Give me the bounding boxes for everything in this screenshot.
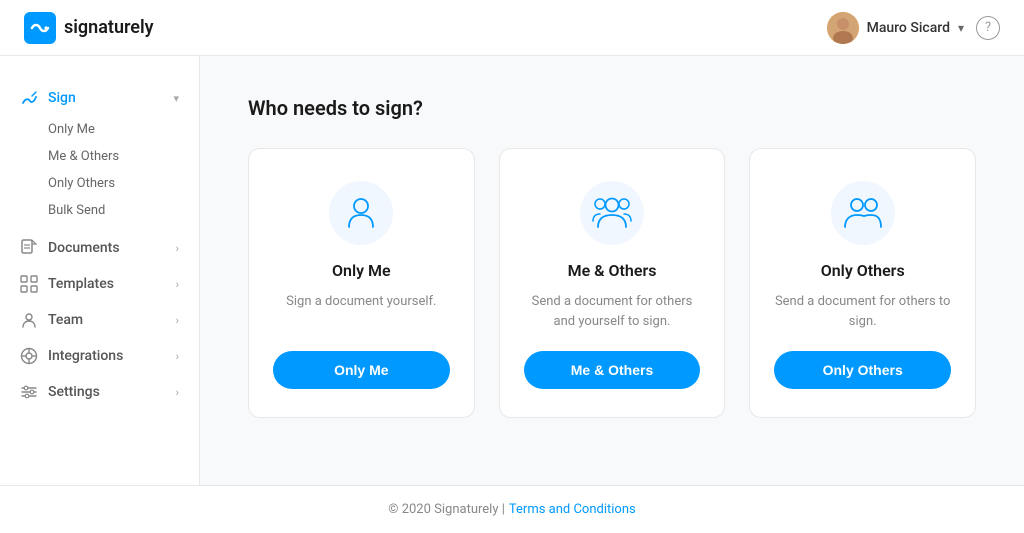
templates-icon [20,275,38,293]
sidebar-team-label: Team [48,312,83,328]
sidebar-documents-label: Documents [48,240,120,256]
logo: signaturely [24,12,154,44]
me-and-others-icon-circle [580,181,644,245]
team-icon [20,311,38,329]
sidebar-item-only-others[interactable]: Only Others [48,170,199,197]
templates-chevron-icon: › [176,278,179,291]
sidebar-item-team[interactable]: Team › [0,302,199,338]
sidebar-sign-label: Sign [48,90,76,106]
header-right: Mauro Sicard ▾ ? [827,12,1000,44]
only-me-title: Only Me [332,261,391,280]
logo-text: signaturely [64,17,154,38]
only-me-button[interactable]: Only Me [273,351,450,389]
documents-icon [20,239,38,257]
me-and-others-desc: Send a document for others and yourself … [524,292,701,331]
sidebar-templates-label: Templates [48,276,114,292]
terms-link[interactable]: Terms and Conditions [509,502,636,517]
team-chevron-icon: › [176,314,179,327]
chevron-down-icon: ▾ [958,21,964,35]
sidebar-item-integrations[interactable]: Integrations › [0,338,199,374]
app-body: Sign ▾ Only Me Me & Others Only Others B… [0,56,1024,485]
documents-chevron-icon: › [176,242,179,255]
sign-sub-items: Only Me Me & Others Only Others Bulk Sen… [0,116,199,230]
sidebar-item-documents[interactable]: Documents › [0,230,199,266]
app-header: signaturely Mauro Sicard ▾ ? [0,0,1024,56]
sidebar-settings-label: Settings [48,384,100,400]
footer: © 2020 Signaturely | Terms and Condition… [0,485,1024,533]
sign-cards-row: Only Me Sign a document yourself. Only M… [248,148,976,418]
sidebar-item-only-me[interactable]: Only Me [48,116,199,143]
sign-icon [20,89,38,107]
logo-icon [24,12,56,44]
settings-chevron-icon: › [176,386,179,399]
page-title: Who needs to sign? [248,96,976,120]
me-and-others-card: Me & Others Send a document for others a… [499,148,726,418]
only-others-title: Only Others [821,261,905,280]
main-content: Who needs to sign? Only Me Sign a docume… [200,56,1024,485]
only-me-desc: Sign a document yourself. [286,292,436,312]
sign-chevron-icon: ▾ [173,92,179,105]
only-others-card: Only Others Send a document for others t… [749,148,976,418]
me-and-others-button[interactable]: Me & Others [524,351,701,389]
sidebar-item-bulk-send[interactable]: Bulk Send [48,197,199,224]
sidebar-item-sign-left: Sign [20,89,76,107]
sidebar-item-settings[interactable]: Settings › [0,374,199,410]
avatar [827,12,859,44]
only-others-desc: Send a document for others to sign. [774,292,951,331]
user-name: Mauro Sicard [867,20,950,36]
sidebar-item-me-and-others[interactable]: Me & Others [48,143,199,170]
sidebar-integrations-label: Integrations [48,348,123,364]
only-me-card: Only Me Sign a document yourself. Only M… [248,148,475,418]
sidebar-item-sign[interactable]: Sign ▾ [0,80,199,116]
user-menu[interactable]: Mauro Sicard ▾ [827,12,964,44]
help-icon[interactable]: ? [976,16,1000,40]
only-me-icon-circle [329,181,393,245]
settings-icon [20,383,38,401]
me-and-others-title: Me & Others [568,261,657,280]
integrations-icon [20,347,38,365]
integrations-chevron-icon: › [176,350,179,363]
sidebar: Sign ▾ Only Me Me & Others Only Others B… [0,56,200,485]
only-others-icon-circle [831,181,895,245]
only-others-button[interactable]: Only Others [774,351,951,389]
sidebar-item-templates[interactable]: Templates › [0,266,199,302]
footer-copyright: © 2020 Signaturely | [388,502,505,517]
